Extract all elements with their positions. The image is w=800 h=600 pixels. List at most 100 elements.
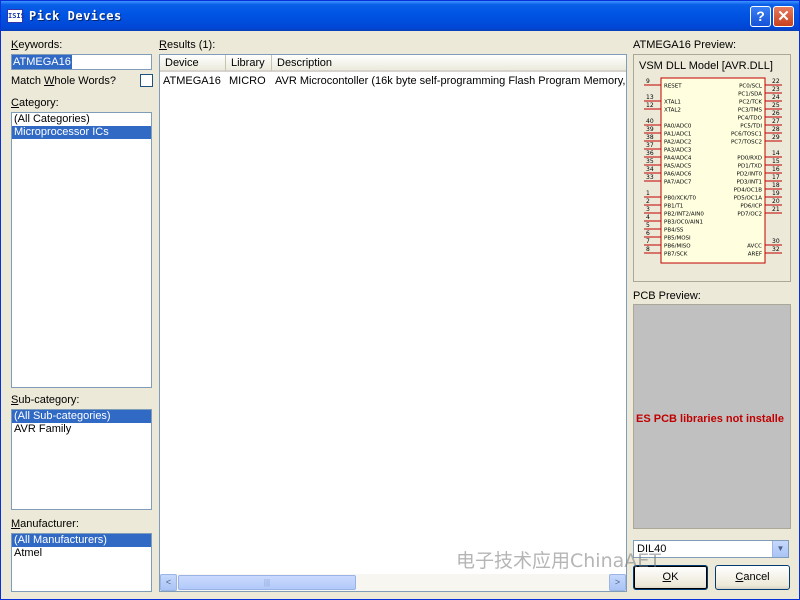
manufacturer-item-all[interactable]: (All Manufacturers) (12, 534, 151, 547)
help-button[interactable]: ? (750, 6, 771, 27)
pin-name: PB3/OC0/AIN1 (664, 220, 703, 226)
pin-name: PD6/ICP (740, 204, 762, 210)
pin-name: PB7/SCK (664, 252, 688, 258)
pin-number: 33 (646, 174, 654, 181)
close-button[interactable]: ✕ (773, 6, 794, 27)
pin-name: PA6/ADC6 (664, 172, 692, 178)
pin-number: 2 (646, 198, 650, 205)
keywords-value: ATMEGA16 (12, 55, 72, 69)
column-header-description[interactable]: Description (272, 55, 626, 72)
pin-number: 3 (646, 206, 650, 213)
pin-name: PC4/TDO (738, 116, 763, 122)
pin-number: 8 (646, 246, 650, 253)
column-header-library[interactable]: Library (226, 55, 272, 72)
pin-number: 12 (646, 102, 654, 109)
keywords-input[interactable]: ATMEGA16 (11, 54, 152, 70)
pin-name: PC6/TOSC1 (731, 132, 762, 138)
pin-name: PA1/ADC1 (664, 132, 691, 138)
pin-number: 1 (646, 190, 650, 197)
watermark-text: 电子技术应用ChinaAET (456, 550, 661, 572)
pin-name: XTAL2 (664, 108, 681, 114)
result-cell-library[interactable]: MICRO (226, 74, 272, 88)
category-item-microprocessor[interactable]: Microprocessor ICs (12, 126, 151, 139)
scroll-right-arrow-icon[interactable]: > (609, 574, 626, 591)
pin-name: AREF (748, 252, 762, 258)
subcategory-item-avr[interactable]: AVR Family (12, 423, 151, 436)
pin-name: PA0/ADC0 (664, 124, 692, 130)
pin-name: PB0/XCK/T0 (664, 196, 696, 202)
pin-name: PC1/SDA (738, 92, 762, 98)
title-bar[interactable]: ISIS Pick Devices ? ✕ (1, 1, 799, 31)
category-list[interactable]: (All Categories) Microprocessor ICs (11, 112, 152, 388)
pin-number: 15 (772, 158, 780, 165)
result-cell-device[interactable]: ATMEGA16 (160, 74, 226, 88)
pin-number: 28 (772, 126, 780, 133)
pin-number: 16 (772, 166, 780, 173)
pin-name: PC2/TCK (739, 100, 762, 106)
pin-number: 23 (772, 86, 780, 93)
pin-name: PD5/OC1A (734, 196, 763, 202)
pin-name: PB4/SS (664, 228, 684, 234)
pin-number: 39 (646, 126, 654, 133)
pin-number: 34 (646, 166, 654, 173)
pin-number: 21 (772, 206, 780, 213)
pin-name: PC3/TMS (738, 108, 763, 114)
chip-schematic: 9RESET13XTAL112XTAL240PA0/ADC039PA1/ADC1… (644, 77, 782, 264)
manufacturer-list[interactable]: (All Manufacturers) Atmel (11, 533, 152, 592)
pin-name: XTAL1 (664, 100, 681, 106)
manufacturer-item-atmel[interactable]: Atmel (12, 547, 151, 560)
pin-name: PD2/INT0 (737, 172, 763, 178)
scroll-thumb[interactable]: ||| (178, 575, 356, 590)
pin-name: PD3/INT1 (737, 180, 763, 186)
cancel-button[interactable]: Cancel (715, 565, 790, 590)
pcb-not-installed-message: ES PCB libraries not installe (636, 413, 784, 425)
pcb-preview-panel: ES PCB libraries not installe (633, 304, 791, 529)
pin-number: 29 (772, 134, 780, 141)
pin-name: PC7/TOSC2 (731, 140, 762, 146)
column-header-device[interactable]: Device (160, 55, 226, 72)
pin-name: PB1/T1 (664, 204, 683, 210)
pin-number: 35 (646, 158, 654, 165)
match-whole-words-label: Match Whole Words? (11, 75, 116, 87)
pin-number: 26 (772, 110, 780, 117)
pin-name: PA7/ADC7 (664, 180, 692, 186)
pin-name: AVCC (747, 244, 762, 250)
results-horizontal-scrollbar[interactable]: < ||| > (160, 574, 626, 591)
results-table[interactable]: Device Library Description ATMEGA16 MICR… (159, 54, 627, 592)
device-preview-label: ATMEGA16 Preview: (633, 39, 737, 51)
pin-number: 13 (646, 94, 654, 101)
pin-name: PC5/TDI (740, 124, 762, 130)
pcb-preview-label: PCB Preview: (633, 290, 701, 302)
pin-name: PD7/OC2 (737, 212, 762, 218)
pin-name: PA3/ADC3 (664, 148, 692, 154)
chevron-down-icon[interactable]: ▼ (772, 541, 788, 557)
result-cell-description[interactable]: AVR Microcontoller (16k byte self-progra… (272, 74, 626, 88)
pin-name: PA2/ADC2 (664, 140, 691, 146)
category-label: Category: (11, 97, 59, 109)
pin-name: PB5/MOSI (664, 236, 691, 242)
pin-name: PA5/ADC5 (664, 164, 692, 170)
pin-name: RESET (664, 84, 682, 90)
pin-number: 37 (646, 142, 654, 149)
scroll-left-arrow-icon[interactable]: < (160, 574, 177, 591)
pin-name: PC0/SCL (739, 84, 763, 90)
pin-number: 17 (772, 174, 780, 181)
pin-name: PB2/INT2/AIN0 (664, 212, 704, 218)
subcategory-list[interactable]: (All Sub-categories) AVR Family (11, 409, 152, 510)
pin-number: 4 (646, 214, 650, 221)
pin-number: 6 (646, 230, 650, 237)
pin-number: 36 (646, 150, 654, 157)
pin-name: PD4/OC1B (734, 188, 763, 194)
subcategory-label: Sub-category: (11, 394, 80, 406)
category-item-all[interactable]: (All Categories) (12, 113, 151, 126)
pin-number: 27 (772, 118, 780, 125)
keywords-label: Keywords: (11, 39, 63, 51)
pick-devices-dialog: ISIS Pick Devices ? ✕ Keywords: ATMEGA16… (0, 0, 800, 600)
pin-name: PA4/ADC4 (664, 156, 692, 162)
pin-name: PD0/RXD (737, 156, 762, 162)
pin-number: 22 (772, 78, 780, 85)
subcategory-item-all[interactable]: (All Sub-categories) (12, 410, 151, 423)
match-whole-words-checkbox[interactable] (140, 74, 153, 87)
pin-number: 19 (772, 190, 780, 197)
pin-number: 40 (646, 118, 654, 125)
